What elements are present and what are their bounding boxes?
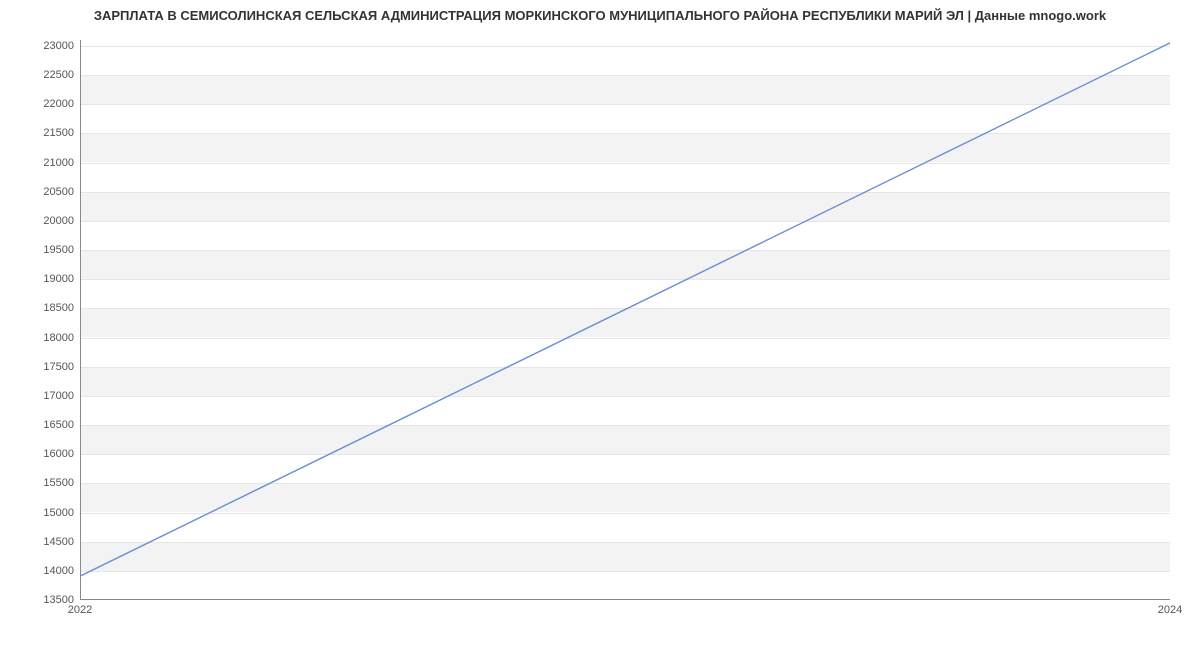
y-tick-label: 14000 [14,565,74,577]
y-tick-label: 20000 [14,215,74,227]
y-tick-label: 13500 [14,594,74,606]
line-chart: ЗАРПЛАТА В СЕМИСОЛИНСКАЯ СЕЛЬСКАЯ АДМИНИ… [0,0,1200,650]
y-tick-label: 21500 [14,127,74,139]
y-tick-label: 21000 [14,157,74,169]
x-tick-label: 2024 [1158,604,1182,616]
chart-title: ЗАРПЛАТА В СЕМИСОЛИНСКАЯ СЕЛЬСКАЯ АДМИНИ… [0,8,1200,23]
y-tick-label: 18000 [14,332,74,344]
y-tick-label: 17000 [14,390,74,402]
y-tick-label: 19000 [14,273,74,285]
y-tick-label: 15500 [14,477,74,489]
x-tick-label: 2022 [68,604,92,616]
y-tick-label: 14500 [14,536,74,548]
y-tick-label: 15000 [14,507,74,519]
line-layer [81,40,1170,599]
y-tick-label: 22000 [14,98,74,110]
y-tick-label: 16000 [14,448,74,460]
y-tick-label: 18500 [14,302,74,314]
y-tick-label: 20500 [14,186,74,198]
y-tick-label: 22500 [14,69,74,81]
plot-area [80,40,1170,600]
y-tick-label: 17500 [14,361,74,373]
y-tick-label: 16500 [14,419,74,431]
series-line [81,43,1170,576]
y-tick-label: 19500 [14,244,74,256]
y-tick-label: 23000 [14,40,74,52]
